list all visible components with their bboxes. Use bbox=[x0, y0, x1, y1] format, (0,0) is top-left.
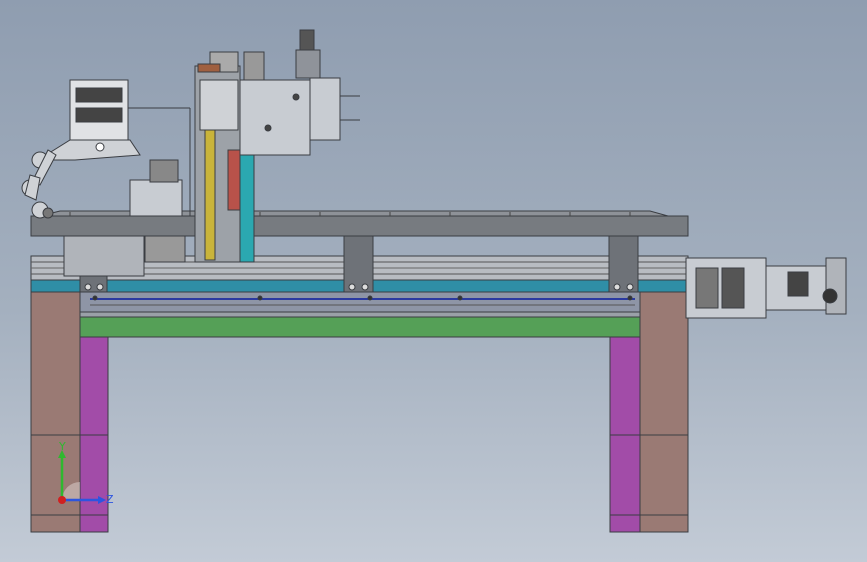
linear-rail-housing bbox=[79, 291, 641, 313]
cad-viewport[interactable]: Y Z bbox=[0, 0, 867, 562]
y-axis-label: Y bbox=[59, 440, 66, 453]
top-conveyor-plate[interactable] bbox=[30, 215, 689, 237]
servo-motor[interactable] bbox=[685, 257, 847, 319]
z-axis-label: Z bbox=[106, 493, 114, 506]
gripper-carriage[interactable] bbox=[239, 29, 360, 156]
cable-drag-chain[interactable] bbox=[21, 79, 141, 219]
machine-model-drawing[interactable] bbox=[0, 0, 867, 562]
coordinate-triad: Y Z bbox=[50, 438, 120, 518]
green-crossbeam bbox=[79, 316, 641, 338]
